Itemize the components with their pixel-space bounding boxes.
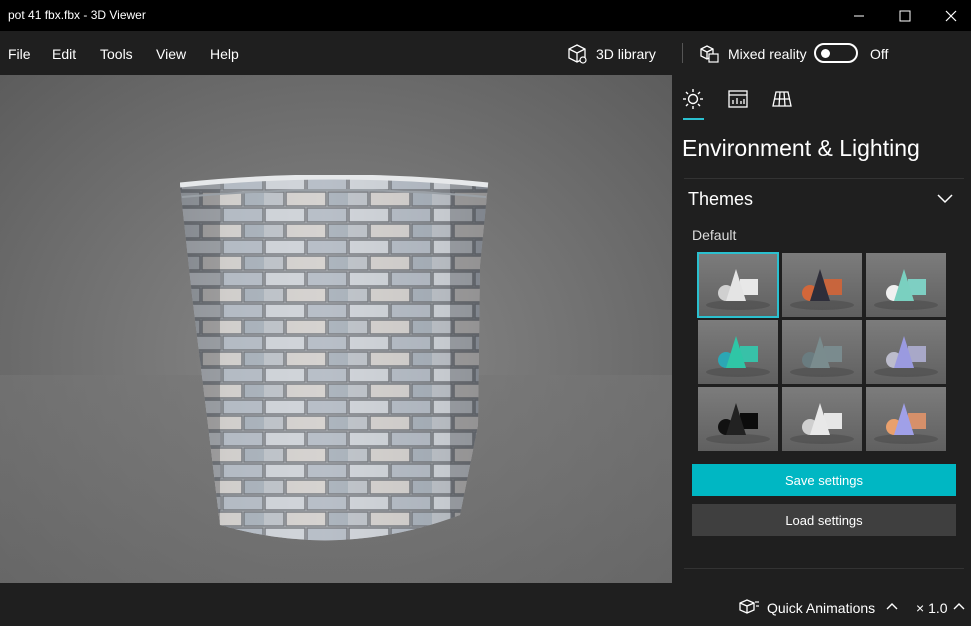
theme-preview-icon <box>874 403 938 444</box>
menu-view[interactable]: View <box>156 46 186 62</box>
theme-preview-icon <box>790 269 854 310</box>
theme-preview-icon <box>874 269 938 310</box>
toggle-knob <box>821 49 830 58</box>
3d-library-label: 3D library <box>596 46 656 62</box>
theme-name: Default <box>692 227 737 243</box>
theme-thumbnail[interactable] <box>866 320 946 384</box>
theme-thumbnail[interactable] <box>866 387 946 451</box>
theme-thumbnail[interactable] <box>698 320 778 384</box>
theme-thumbnail[interactable] <box>782 320 862 384</box>
chevron-up-icon[interactable] <box>886 602 898 610</box>
load-settings-button[interactable]: Load settings <box>692 504 956 536</box>
3d-library-button[interactable]: 3D library <box>566 41 656 67</box>
mixed-reality-label: Mixed reality <box>728 46 807 62</box>
maximize-icon <box>899 10 911 21</box>
theme-preview-icon <box>790 403 854 444</box>
mixed-reality-button[interactable]: Mixed reality <box>698 41 807 67</box>
panel-title: Environment & Lighting <box>682 135 920 161</box>
theme-thumbnail[interactable] <box>782 253 862 317</box>
brick-pot-model <box>180 175 489 541</box>
mixed-reality-icon <box>700 45 719 63</box>
theme-preview-icon <box>706 403 770 444</box>
panel-divider <box>684 568 964 569</box>
title-bar: pot 41 fbx.fbx - 3D Viewer <box>0 0 971 31</box>
stats-icon <box>728 90 748 108</box>
minimize-button[interactable] <box>836 0 882 31</box>
sun-icon <box>683 89 703 109</box>
tab-grid[interactable] <box>770 87 794 111</box>
menu-edit[interactable]: Edit <box>52 46 76 62</box>
menu-file[interactable]: File <box>8 46 31 62</box>
quick-animations-button[interactable]: Quick Animations <box>767 600 875 616</box>
close-icon <box>945 10 957 21</box>
menu-divider <box>682 43 683 63</box>
tab-environment[interactable] <box>681 87 705 111</box>
menu-help[interactable]: Help <box>210 46 239 62</box>
close-button[interactable] <box>928 0 971 31</box>
window-title: pot 41 fbx.fbx - 3D Viewer <box>8 8 146 22</box>
theme-preview-icon <box>706 269 770 310</box>
theme-thumbnail[interactable] <box>698 387 778 451</box>
mixed-reality-toggle[interactable] <box>814 43 858 63</box>
theme-preview-icon <box>706 336 770 377</box>
theme-thumbnail[interactable] <box>866 253 946 317</box>
theme-thumbnail[interactable] <box>697 252 779 318</box>
minimize-icon <box>854 15 864 16</box>
theme-thumbnail[interactable] <box>782 387 862 451</box>
active-tab-indicator <box>683 118 704 120</box>
menu-tools[interactable]: Tools <box>100 46 133 62</box>
animation-icon <box>739 599 759 614</box>
chevron-down-icon[interactable] <box>937 194 953 204</box>
grid-icon <box>772 91 792 107</box>
3d-viewport[interactable] <box>0 75 672 583</box>
animation-speed[interactable]: × 1.0 <box>916 600 948 616</box>
tab-stats[interactable] <box>726 87 750 111</box>
themes-title: Themes <box>688 189 754 209</box>
cube-icon <box>568 44 587 64</box>
maximize-button[interactable] <box>882 0 928 31</box>
theme-preview-icon <box>790 336 854 377</box>
speed-chevron-up-icon[interactable] <box>953 602 965 610</box>
save-settings-button[interactable]: Save settings <box>692 464 956 496</box>
mixed-reality-state: Off <box>870 46 889 62</box>
theme-preview-icon <box>874 336 938 377</box>
